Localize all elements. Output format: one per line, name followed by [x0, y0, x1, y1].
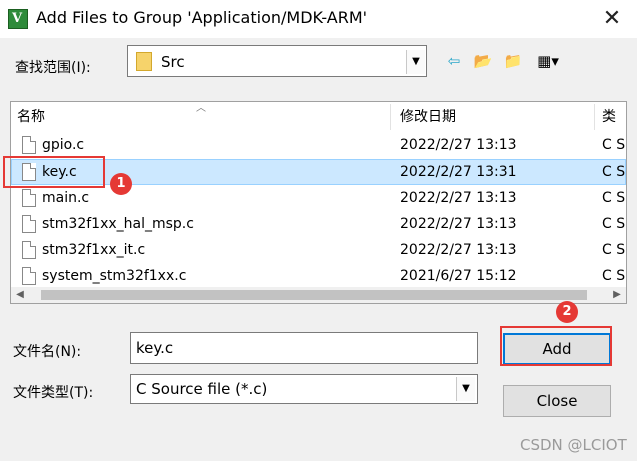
file-name: main.c — [42, 190, 90, 206]
filetype-label: 文件类型(T): — [13, 385, 94, 401]
file-date: 2022/2/27 13:31 — [400, 164, 517, 180]
column-header-name[interactable]: 名称 — [17, 104, 45, 130]
file-date: 2021/6/27 15:12 — [400, 268, 517, 284]
file-name: gpio.c — [42, 137, 85, 153]
filename-value: key.c — [136, 339, 174, 357]
sort-ascending-icon: ︿ — [196, 103, 206, 114]
column-header-date[interactable]: 修改日期 — [400, 104, 456, 130]
view-menu-icon[interactable]: ▦▾ — [530, 48, 566, 74]
scroll-left-icon[interactable]: ◀ — [12, 287, 28, 303]
file-date: 2022/2/27 13:13 — [400, 137, 517, 153]
file-icon — [22, 241, 36, 259]
filename-label: 文件名(N): — [13, 344, 82, 360]
file-name: system_stm32f1xx.c — [42, 268, 187, 284]
lookin-label: 查找范围(I): — [15, 60, 91, 76]
chevron-down-icon[interactable]: ▼ — [456, 377, 475, 401]
column-divider[interactable] — [594, 104, 595, 130]
file-date: 2022/2/27 13:13 — [400, 190, 517, 206]
file-date: 2022/2/27 13:13 — [400, 216, 517, 232]
back-arrow-icon[interactable]: ⇦ — [441, 48, 467, 74]
file-type: C S — [602, 137, 626, 153]
new-folder-icon[interactable]: 📁 — [500, 48, 526, 74]
file-icon — [22, 215, 36, 233]
file-icon — [22, 189, 36, 207]
filetype-value: C Source file (*.c) — [136, 380, 268, 398]
annotation-badge-1: 1 — [110, 173, 132, 195]
column-divider[interactable] — [390, 104, 391, 130]
filename-input[interactable] — [130, 332, 478, 364]
annotation-highlight-add-button — [500, 326, 612, 366]
chevron-down-icon[interactable]: ▼ — [406, 50, 425, 74]
window-title: Add Files to Group 'Application/MDK-ARM' — [36, 8, 368, 27]
watermark: CSDN @LCIOT — [520, 436, 627, 454]
annotation-badge-2: 2 — [556, 301, 578, 323]
file-type: C S — [602, 242, 626, 258]
table-row[interactable] — [11, 185, 626, 211]
file-name: stm32f1xx_hal_msp.c — [42, 216, 194, 232]
table-row[interactable] — [11, 132, 626, 158]
folder-icon — [136, 52, 152, 71]
keil-app-icon: V — [8, 9, 28, 29]
file-name: stm32f1xx_it.c — [42, 242, 146, 258]
file-type: C S — [602, 164, 626, 180]
scrollbar-thumb[interactable] — [41, 290, 587, 300]
lookin-value: Src — [161, 53, 185, 71]
file-date: 2022/2/27 13:13 — [400, 242, 517, 258]
file-type: C S — [602, 216, 626, 232]
close-button[interactable]: Close — [503, 385, 611, 417]
file-icon — [22, 136, 36, 154]
annotation-highlight-key-file — [3, 156, 105, 188]
close-window-button[interactable]: ✕ — [596, 4, 628, 34]
file-type: C S — [602, 268, 626, 284]
app-icon-glyph: V — [12, 11, 23, 26]
scroll-right-icon[interactable]: ▶ — [609, 287, 625, 303]
up-folder-icon[interactable]: 📂 — [470, 48, 496, 74]
column-header-type[interactable]: 类 — [602, 104, 616, 130]
file-icon — [22, 267, 36, 285]
file-type: C S — [602, 190, 626, 206]
